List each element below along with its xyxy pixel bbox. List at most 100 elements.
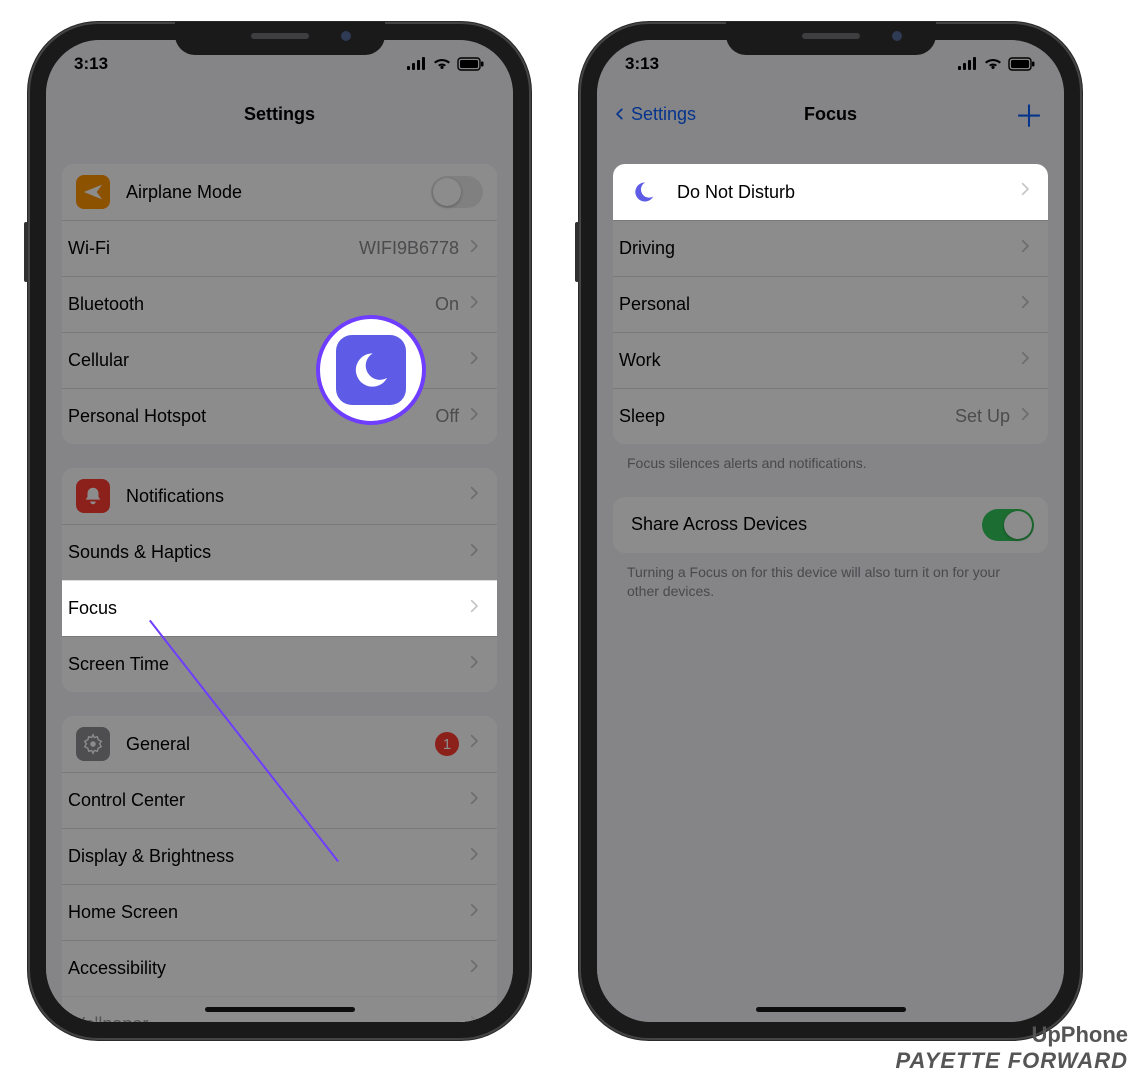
chevron-icon [467,539,483,567]
chevron-icon [1018,403,1034,431]
share-toggle[interactable] [982,509,1034,541]
row-sleep[interactable]: Sleep Set Up [613,388,1048,444]
back-button[interactable]: Settings [613,88,696,140]
chevron-icon [467,787,483,815]
share-group: Share Across Devices [613,497,1048,553]
chevron-icon [467,347,483,375]
settings-group-connectivity: Airplane Mode Wi-Fi WIFI9B6778 Bluetooth… [62,164,497,444]
status-time: 3:13 [625,54,659,74]
row-notifications[interactable]: Notifications [62,468,497,524]
phone-right: 3:13 Settings Focus ＋ Do Not Distu [579,22,1082,1040]
notch [726,22,936,55]
airplane-icon [76,175,110,209]
status-time: 3:13 [74,54,108,74]
row-detail: WIFI9B6778 [359,238,459,259]
signal-icon [958,57,978,71]
row-wallpaper[interactable]: Wallpaper [62,996,497,1022]
focus-modes-group: Do Not Disturb Driving Personal Work [613,164,1048,444]
chevron-icon [467,730,483,758]
row-label: Share Across Devices [631,514,982,535]
row-detail: Off [435,406,459,427]
wifi-icon [433,57,451,71]
chevron-icon [467,899,483,927]
moon-icon [627,180,661,204]
phone-left: 3:13 Settings Airplane Mode Wi- [28,22,531,1040]
chevron-icon [467,482,483,510]
row-label: Sounds & Haptics [68,542,467,563]
row-focus[interactable]: Focus [62,580,497,636]
row-controlcenter[interactable]: Control Center [62,772,497,828]
row-label: Driving [619,238,1018,259]
row-homescreen[interactable]: Home Screen [62,884,497,940]
row-dnd[interactable]: Do Not Disturb [613,164,1048,220]
chevron-back-icon [613,103,627,125]
row-label: Personal [619,294,1018,315]
row-detail: On [435,294,459,315]
row-label: Work [619,350,1018,371]
nav-header: Settings Focus ＋ [597,88,1064,140]
bell-icon [76,479,110,513]
row-label: Focus [68,598,467,619]
airplane-toggle[interactable] [431,176,483,208]
row-display[interactable]: Display & Brightness [62,828,497,884]
row-label: Airplane Mode [126,182,431,203]
wifi-icon [984,57,1002,71]
row-sounds[interactable]: Sounds & Haptics [62,524,497,580]
row-label: General [126,734,435,755]
row-personal[interactable]: Personal [613,276,1048,332]
row-bluetooth[interactable]: Bluetooth On [62,276,497,332]
row-general[interactable]: General 1 [62,716,497,772]
row-driving[interactable]: Driving [613,220,1048,276]
row-label: Wallpaper [68,1014,467,1022]
chevron-icon [1018,291,1034,319]
row-work[interactable]: Work [613,332,1048,388]
row-label: Display & Brightness [68,846,467,867]
signal-icon [407,57,427,71]
row-label: Sleep [619,406,955,427]
row-detail: Set Up [955,406,1010,427]
row-share-across-devices[interactable]: Share Across Devices [613,497,1048,553]
nav-header: Settings [46,88,513,140]
badge-count: 1 [435,732,459,756]
row-label: Screen Time [68,654,467,675]
battery-icon [1008,57,1036,71]
row-label: Do Not Disturb [677,182,1018,203]
status-right [958,57,1036,71]
page-title: Focus [804,104,857,125]
footer-note: Turning a Focus on for this device will … [627,563,1034,601]
row-label: Control Center [68,790,467,811]
gear-icon [76,727,110,761]
chevron-icon [1018,178,1034,206]
chevron-icon [467,595,483,623]
row-airplane-mode[interactable]: Airplane Mode [62,164,497,220]
row-label: Accessibility [68,958,467,979]
callout-bubble [316,315,426,425]
chevron-icon [467,235,483,263]
notch [175,22,385,55]
back-label: Settings [631,104,696,125]
add-button[interactable]: ＋ [1014,88,1044,140]
page-title: Settings [244,104,315,125]
settings-group-notifications: Notifications Sounds & Haptics Focus Scr… [62,468,497,692]
chevron-icon [467,291,483,319]
row-label: Bluetooth [68,294,435,315]
moon-icon [336,335,406,405]
row-wifi[interactable]: Wi-Fi WIFI9B6778 [62,220,497,276]
chevron-icon [467,955,483,983]
row-label: Wi-Fi [68,238,359,259]
battery-icon [457,57,485,71]
footer-note: Focus silences alerts and notifications. [627,454,1034,473]
home-indicator[interactable] [756,1007,906,1012]
row-hotspot[interactable]: Personal Hotspot Off [62,388,497,444]
chevron-icon [467,403,483,431]
chevron-icon [467,651,483,679]
row-cellular[interactable]: Cellular [62,332,497,388]
row-label: Home Screen [68,902,467,923]
row-screentime[interactable]: Screen Time [62,636,497,692]
row-label: Notifications [126,486,467,507]
chevron-icon [467,843,483,871]
row-accessibility[interactable]: Accessibility [62,940,497,996]
chevron-icon [467,1011,483,1023]
settings-group-general: General 1 Control Center Display & Brigh… [62,716,497,1022]
chevron-icon [1018,347,1034,375]
